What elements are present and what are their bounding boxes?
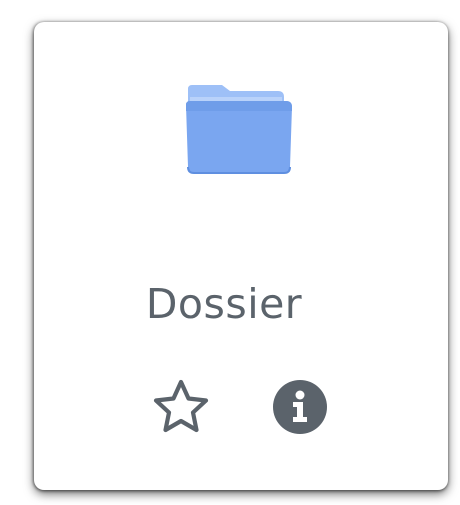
folder-card[interactable]: Dossier xyxy=(34,22,448,490)
stage: Dossier xyxy=(0,0,460,505)
item-title: Dossier xyxy=(145,280,303,328)
info-icon[interactable] xyxy=(271,378,329,436)
folder-icon xyxy=(186,85,292,174)
star-icon[interactable] xyxy=(149,376,213,440)
